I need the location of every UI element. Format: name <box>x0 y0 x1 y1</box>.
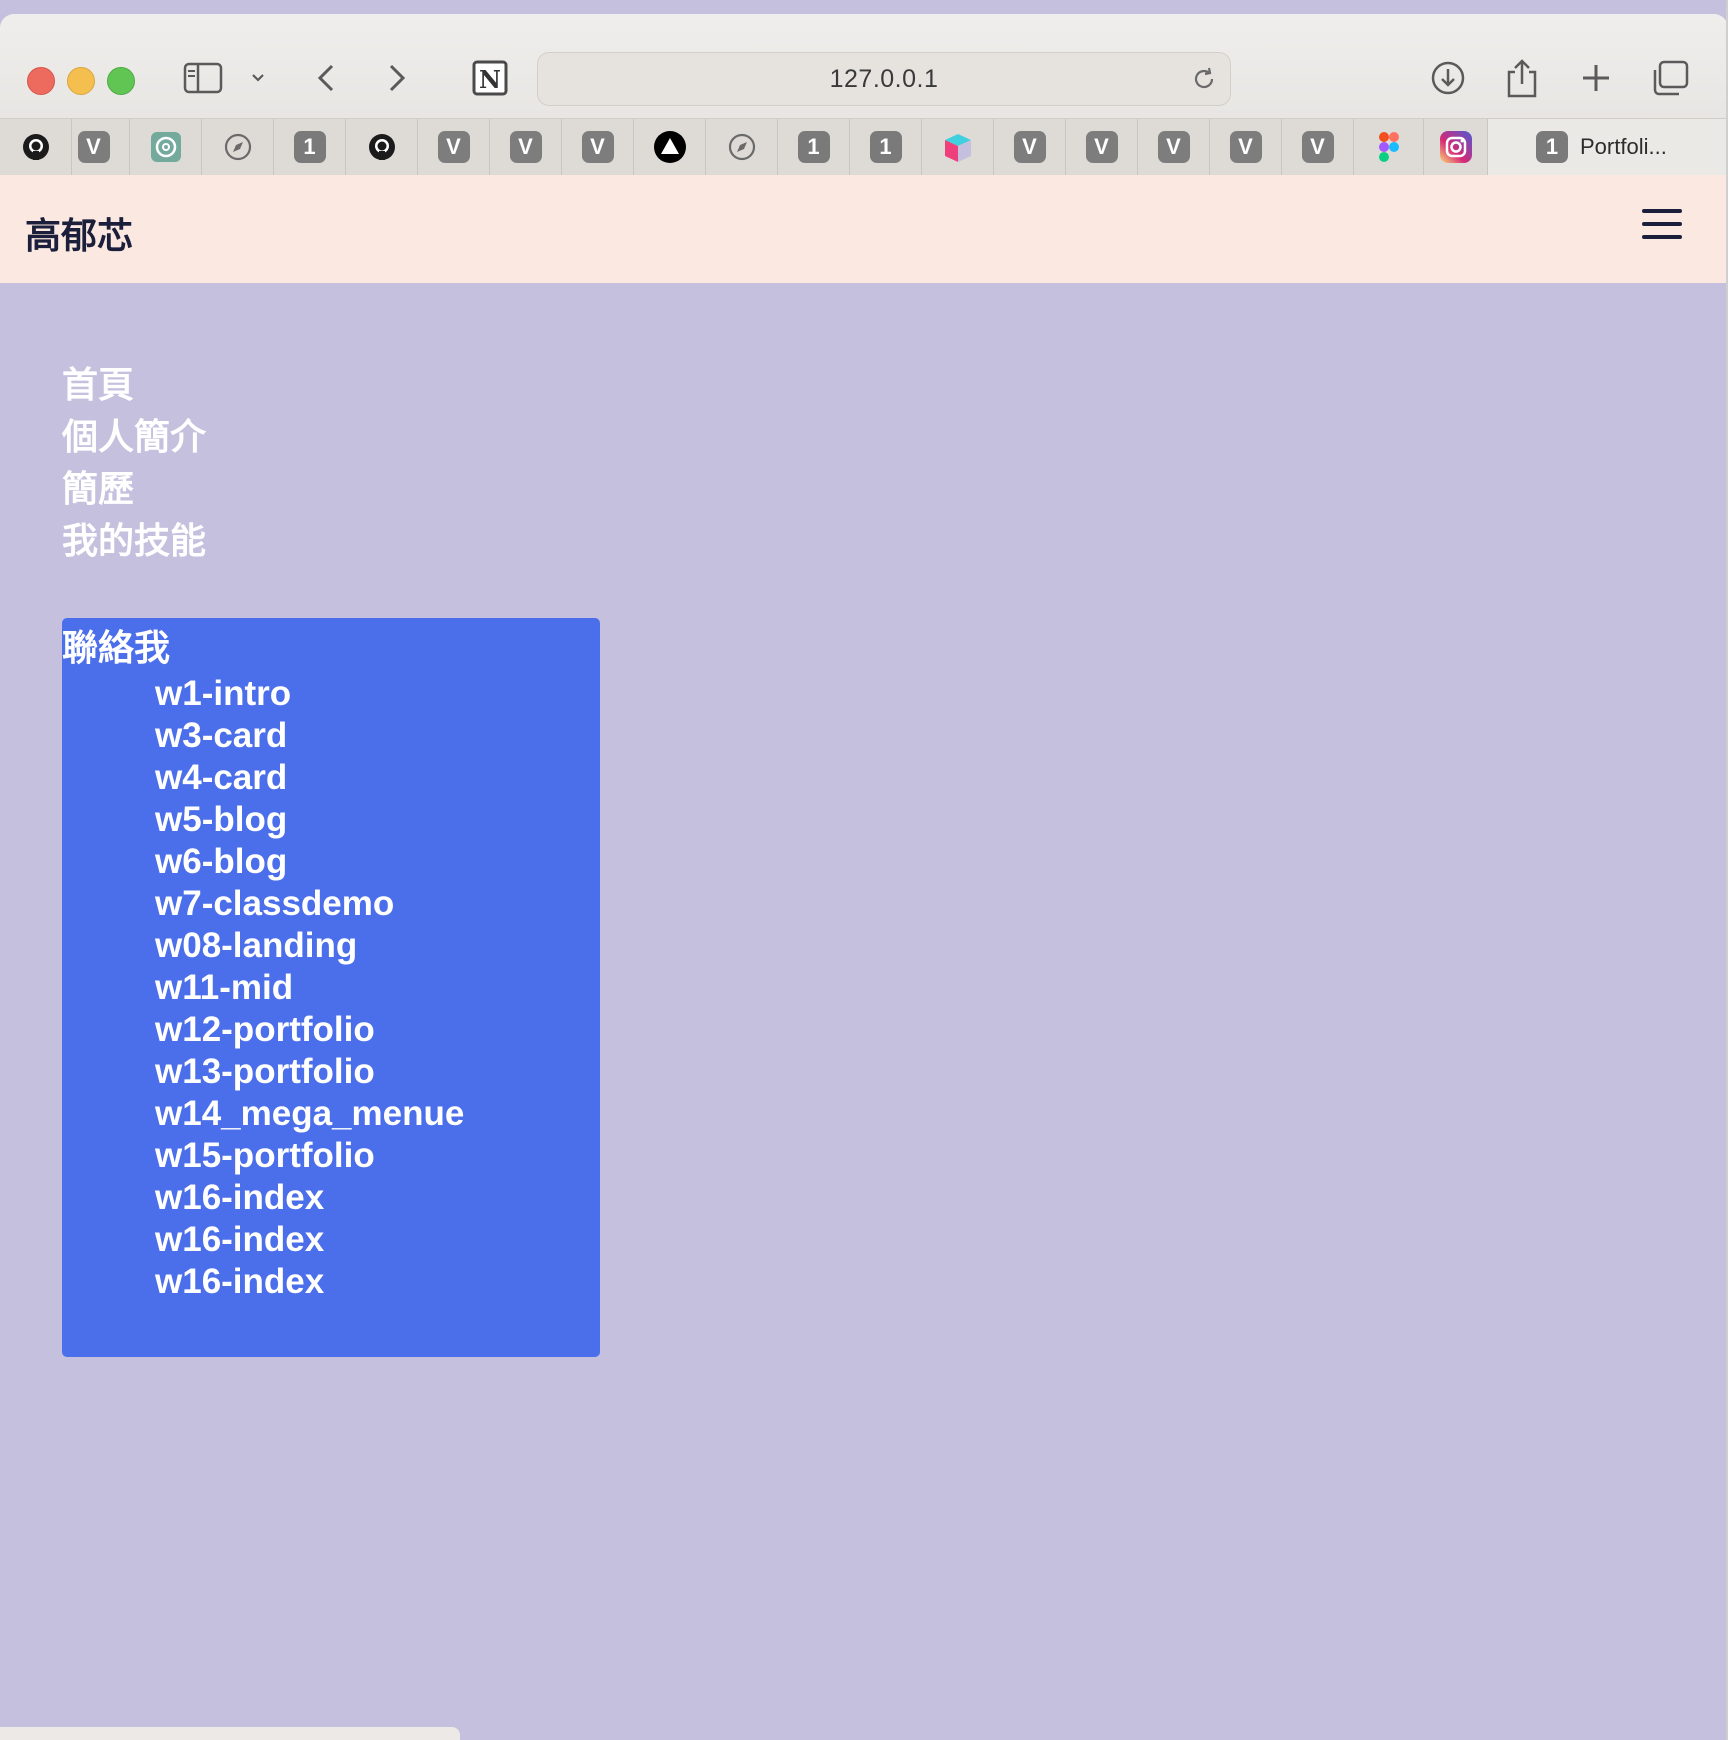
one-badge-icon: 1 <box>1536 131 1568 163</box>
status-bar <box>0 1727 460 1740</box>
tab-v[interactable]: V <box>418 119 490 175</box>
github-icon <box>368 134 395 160</box>
compass-icon <box>728 133 755 161</box>
dropdown-item[interactable]: w3-card <box>155 715 464 757</box>
nav-item-skills[interactable]: 我的技能 <box>62 523 206 559</box>
nav-item-home[interactable]: 首頁 <box>62 367 134 403</box>
dropdown-item[interactable]: w08-landing <box>155 925 464 967</box>
minimize-window-button[interactable] <box>67 67 95 95</box>
reload-icon[interactable] <box>1190 65 1218 98</box>
github-icon <box>22 134 49 160</box>
tab-bar: V 1 V V V 1 1 V V V V V 1 Portfoli... <box>0 118 1726 176</box>
tab-v[interactable]: V <box>994 119 1066 175</box>
tab-one[interactable]: 1 <box>850 119 922 175</box>
nav-item-about[interactable]: 個人簡介 <box>62 419 206 455</box>
tab-v[interactable]: V <box>490 119 562 175</box>
v-badge-icon: V <box>437 131 470 163</box>
v-badge-icon: V <box>509 131 542 163</box>
triangle-logo-icon <box>653 131 686 163</box>
tab-v[interactable]: V <box>1210 119 1282 175</box>
dropdown-item[interactable]: w16-index <box>155 1177 464 1219</box>
tab-github[interactable] <box>346 119 418 175</box>
tab-cube[interactable] <box>922 119 994 175</box>
tab-overview-icon[interactable] <box>1650 58 1690 98</box>
tab-v[interactable]: V <box>562 119 634 175</box>
cube-logo-icon <box>944 134 971 162</box>
page-content: 首頁 個人簡介 簡歷 我的技能 聯絡我 w1-intro w3-card w4-… <box>0 283 1726 1740</box>
v-badge-icon: V <box>77 131 110 163</box>
maximize-window-button[interactable] <box>107 67 135 95</box>
back-arrow-icon[interactable] <box>314 58 338 98</box>
browser-toolbar: N 127.0.0.1 <box>0 14 1726 118</box>
dropdown-item[interactable]: w7-classdemo <box>155 883 464 925</box>
dropdown-item[interactable]: w4-card <box>155 757 464 799</box>
v-badge-icon: V <box>1157 131 1190 163</box>
tab-figma[interactable] <box>1354 119 1424 175</box>
notion-icon[interactable]: N <box>470 58 510 98</box>
tab-triangle[interactable] <box>634 119 706 175</box>
dropdown-item[interactable]: w6-blog <box>155 841 464 883</box>
v-badge-icon: V <box>581 131 614 163</box>
compass-icon <box>224 133 251 161</box>
v-badge-icon: V <box>1085 131 1118 163</box>
one-badge-icon: 1 <box>293 131 326 163</box>
svg-text:N: N <box>479 65 501 94</box>
tab-one[interactable]: 1 <box>778 119 850 175</box>
tab-v[interactable]: V <box>58 119 130 175</box>
tab-instagram[interactable] <box>1424 119 1488 175</box>
v-badge-icon: V <box>1013 131 1046 163</box>
browser-window: N 127.0.0.1 V 1 V V V 1 1 V V V V V 1 Po… <box>0 0 1728 1740</box>
contact-dropdown: 聯絡我 w1-intro w3-card w4-card w5-blog w6-… <box>62 618 600 1357</box>
dropdown-item[interactable]: w15-portfolio <box>155 1135 464 1177</box>
tab-v[interactable]: V <box>1138 119 1210 175</box>
dropdown-item[interactable]: w1-intro <box>155 673 464 715</box>
download-icon[interactable] <box>1428 58 1468 98</box>
dropdown-item[interactable]: w11-mid <box>155 967 464 1009</box>
tab-v[interactable]: V <box>1066 119 1138 175</box>
tab-v[interactable]: V <box>1282 119 1354 175</box>
dropdown-item[interactable]: w16-index <box>155 1261 464 1303</box>
close-window-button[interactable] <box>27 67 55 95</box>
one-badge-icon: 1 <box>797 131 830 163</box>
figma-icon <box>1378 132 1399 162</box>
chevron-down-icon[interactable] <box>248 58 268 98</box>
new-tab-plus-icon[interactable] <box>1576 58 1616 98</box>
tab-compass[interactable] <box>706 119 778 175</box>
tab-active-portfolio[interactable]: 1 Portfoli... <box>1488 119 1726 175</box>
tab-chatgpt[interactable] <box>130 119 202 175</box>
dropdown-item[interactable]: w16-index <box>155 1219 464 1261</box>
tab-compass[interactable] <box>202 119 274 175</box>
url-text: 127.0.0.1 <box>829 64 939 93</box>
dropdown-list: w1-intro w3-card w4-card w5-blog w6-blog… <box>155 673 464 1303</box>
dropdown-item[interactable]: w12-portfolio <box>155 1009 464 1051</box>
v-badge-icon: V <box>1301 131 1334 163</box>
v-badge-icon: V <box>1229 131 1262 163</box>
dropdown-item[interactable]: w13-portfolio <box>155 1051 464 1093</box>
dropdown-item[interactable]: w5-blog <box>155 799 464 841</box>
site-brand[interactable]: 高郁芯 <box>25 207 133 259</box>
nav-item-resume[interactable]: 簡歷 <box>62 471 134 507</box>
chatgpt-icon <box>150 132 181 162</box>
site-header: 高郁芯 <box>0 175 1726 283</box>
share-icon[interactable] <box>1502 58 1542 98</box>
tab-one[interactable]: 1 <box>274 119 346 175</box>
nav-item-contact[interactable]: 聯絡我 <box>62 628 170 668</box>
dropdown-item[interactable]: w14_mega_menue <box>155 1093 464 1135</box>
tab-title: Portfoli... <box>1580 134 1667 159</box>
sidebar-toggle-icon[interactable] <box>182 58 224 98</box>
one-badge-icon: 1 <box>869 131 902 163</box>
forward-arrow-icon[interactable] <box>385 58 409 98</box>
instagram-icon <box>1439 131 1472 163</box>
address-bar[interactable]: 127.0.0.1 <box>537 52 1231 106</box>
hamburger-menu-icon[interactable] <box>1642 209 1682 243</box>
